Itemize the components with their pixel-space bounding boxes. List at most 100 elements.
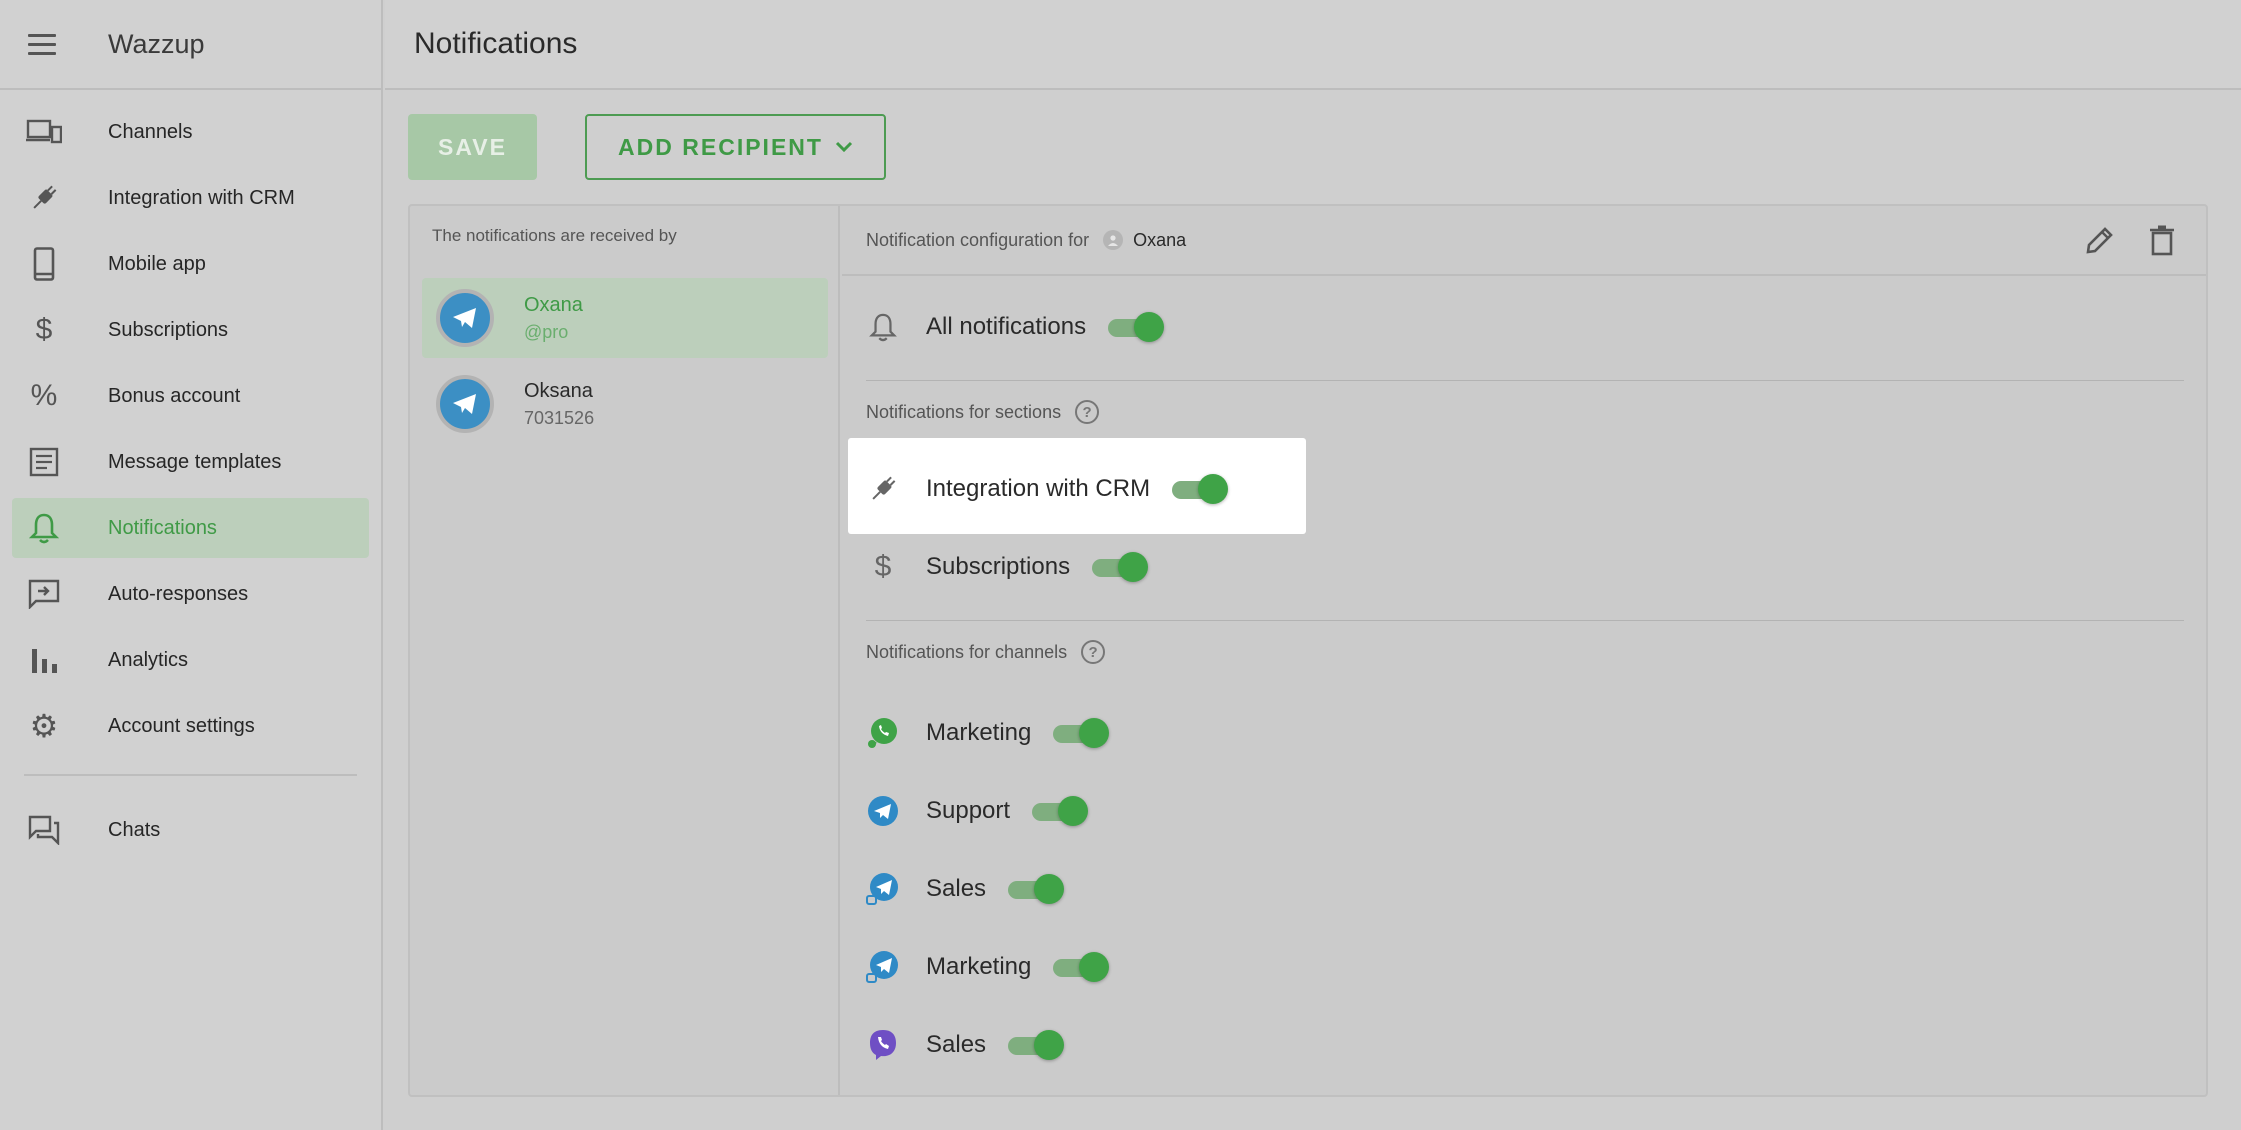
sidebar-item-account-settings[interactable]: ⚙ Account settings <box>12 696 369 756</box>
channel-row: Support <box>866 794 1089 828</box>
channel-toggle[interactable] <box>1008 1030 1065 1060</box>
notification-config: Notification configuration for Oxana All… <box>842 206 2206 1095</box>
sidebar-divider <box>24 774 357 776</box>
dollar-icon: $ <box>35 313 53 346</box>
sidebar-item-label: Mobile app <box>108 252 206 275</box>
telegram-icon <box>866 794 900 828</box>
recipient-name: Oksana <box>524 379 593 402</box>
channel-toggle[interactable] <box>1008 874 1065 904</box>
section-row: Integration with CRM <box>866 472 1229 506</box>
telegram-personal-icon <box>866 872 900 906</box>
save-button[interactable]: SAVE <box>408 114 537 180</box>
channel-toggle[interactable] <box>1032 796 1089 826</box>
sidebar-item-auto-responses[interactable]: Auto-responses <box>12 564 369 624</box>
sidebar-item-label: Bonus account <box>108 384 241 407</box>
sidebar-item-label: Notifications <box>108 516 217 539</box>
document-icon <box>24 442 64 482</box>
channel-row: Sales <box>866 1028 1065 1062</box>
sidebar-nav: Channels Integration with CRM Mobile app… <box>0 90 381 860</box>
channel-toggle[interactable] <box>1053 718 1110 748</box>
recipients-heading: The notifications are received by <box>432 226 677 245</box>
edit-icon[interactable] <box>2084 224 2116 256</box>
recipient-item[interactable]: Oksana 7031526 <box>422 364 828 444</box>
sections-heading: Notifications for sections ? <box>866 400 1100 424</box>
sidebar-item-integration[interactable]: Integration with CRM <box>12 168 369 228</box>
config-user-name: Oxana <box>1133 229 1187 250</box>
config-heading: Notification configuration for <box>866 229 1090 250</box>
gear-icon: ⚙ <box>29 708 59 744</box>
percent-icon: % <box>30 379 58 412</box>
channel-label: Marketing <box>926 719 1032 746</box>
sidebar-item-label: Account settings <box>108 714 255 737</box>
sidebar-item-notifications[interactable]: Notifications <box>12 498 369 558</box>
section-row: $ Subscriptions <box>866 550 1149 584</box>
channel-toggle[interactable] <box>1053 952 1110 982</box>
recipient-name: Oxana <box>524 293 583 316</box>
channel-row: Marketing <box>866 716 1110 750</box>
notifications-panel: The notifications are received by Oxana … <box>408 204 2208 1097</box>
top-bar: Notifications <box>385 0 2241 90</box>
config-header: Notification configuration for Oxana <box>842 206 2206 276</box>
channel-row: Marketing <box>866 950 1110 984</box>
auto-reply-icon <box>24 574 64 614</box>
devices-icon <box>24 112 64 152</box>
whatsapp-icon <box>866 716 900 750</box>
sidebar-item-label: Channels <box>108 120 193 143</box>
divider <box>866 620 2184 621</box>
sidebar-item-bonus[interactable]: % Bonus account <box>12 366 369 426</box>
add-recipient-button[interactable]: ADD RECIPIENT <box>585 114 886 180</box>
sidebar: Wazzup Channels Integration with CRM Mob… <box>0 0 383 1130</box>
recipients-list: The notifications are received by Oxana … <box>410 206 840 1095</box>
channel-label: Support <box>926 797 1011 824</box>
section-label: Subscriptions <box>926 553 1071 580</box>
delete-icon[interactable] <box>2148 224 2176 256</box>
viber-icon <box>866 1028 900 1062</box>
main-content: Notifications SAVE ADD RECIPIENT The not… <box>385 0 2241 1130</box>
sidebar-item-label: Message templates <box>108 450 282 473</box>
telegram-avatar-icon <box>436 375 494 433</box>
sidebar-item-analytics[interactable]: Analytics <box>12 630 369 690</box>
chats-icon <box>24 810 64 850</box>
all-notifications-row: All notifications <box>866 310 1165 344</box>
bar-chart-icon <box>24 640 64 680</box>
channel-label: Sales <box>926 875 987 902</box>
bell-icon <box>866 310 900 344</box>
recipient-handle: 7031526 <box>524 407 595 428</box>
section-label: Integration with CRM <box>926 475 1151 502</box>
page-title: Notifications <box>414 27 578 60</box>
user-icon <box>1103 230 1124 250</box>
sidebar-item-channels[interactable]: Channels <box>12 102 369 162</box>
header-actions <box>2084 224 2176 256</box>
plug-icon <box>866 472 900 506</box>
channels-heading-text: Notifications for channels <box>866 641 1068 662</box>
chevron-down-icon <box>835 141 853 153</box>
section-toggle[interactable] <box>1092 552 1149 582</box>
dollar-icon: $ <box>874 550 892 583</box>
section-toggle[interactable] <box>1172 474 1229 504</box>
app-title: Wazzup <box>108 28 205 59</box>
channel-row: Sales <box>866 872 1065 906</box>
plug-icon <box>24 178 64 218</box>
recipient-handle: @pro <box>524 321 569 342</box>
channels-heading: Notifications for channels ? <box>866 640 1106 664</box>
divider <box>866 380 2184 381</box>
recipient-item[interactable]: Oxana @pro <box>422 278 828 358</box>
telegram-personal-icon <box>866 950 900 984</box>
sidebar-item-mobile-app[interactable]: Mobile app <box>12 234 369 294</box>
sidebar-item-label: Integration with CRM <box>108 186 295 209</box>
config-user: Oxana <box>1103 230 1186 251</box>
channel-label: Marketing <box>926 953 1032 980</box>
sidebar-item-chats[interactable]: Chats <box>12 800 369 860</box>
sections-heading-text: Notifications for sections <box>866 401 1062 422</box>
sidebar-item-subscriptions[interactable]: $ Subscriptions <box>12 300 369 360</box>
help-icon[interactable]: ? <box>1075 400 1100 424</box>
sidebar-item-templates[interactable]: Message templates <box>12 432 369 492</box>
sidebar-item-label: Analytics <box>108 648 189 671</box>
help-icon[interactable]: ? <box>1081 640 1106 664</box>
sidebar-header: Wazzup <box>0 0 381 90</box>
add-recipient-label: ADD RECIPIENT <box>618 133 823 160</box>
all-notifications-toggle[interactable] <box>1108 312 1165 342</box>
menu-icon[interactable] <box>28 33 56 55</box>
channel-label: Sales <box>926 1031 987 1058</box>
sidebar-item-label: Subscriptions <box>108 318 229 341</box>
